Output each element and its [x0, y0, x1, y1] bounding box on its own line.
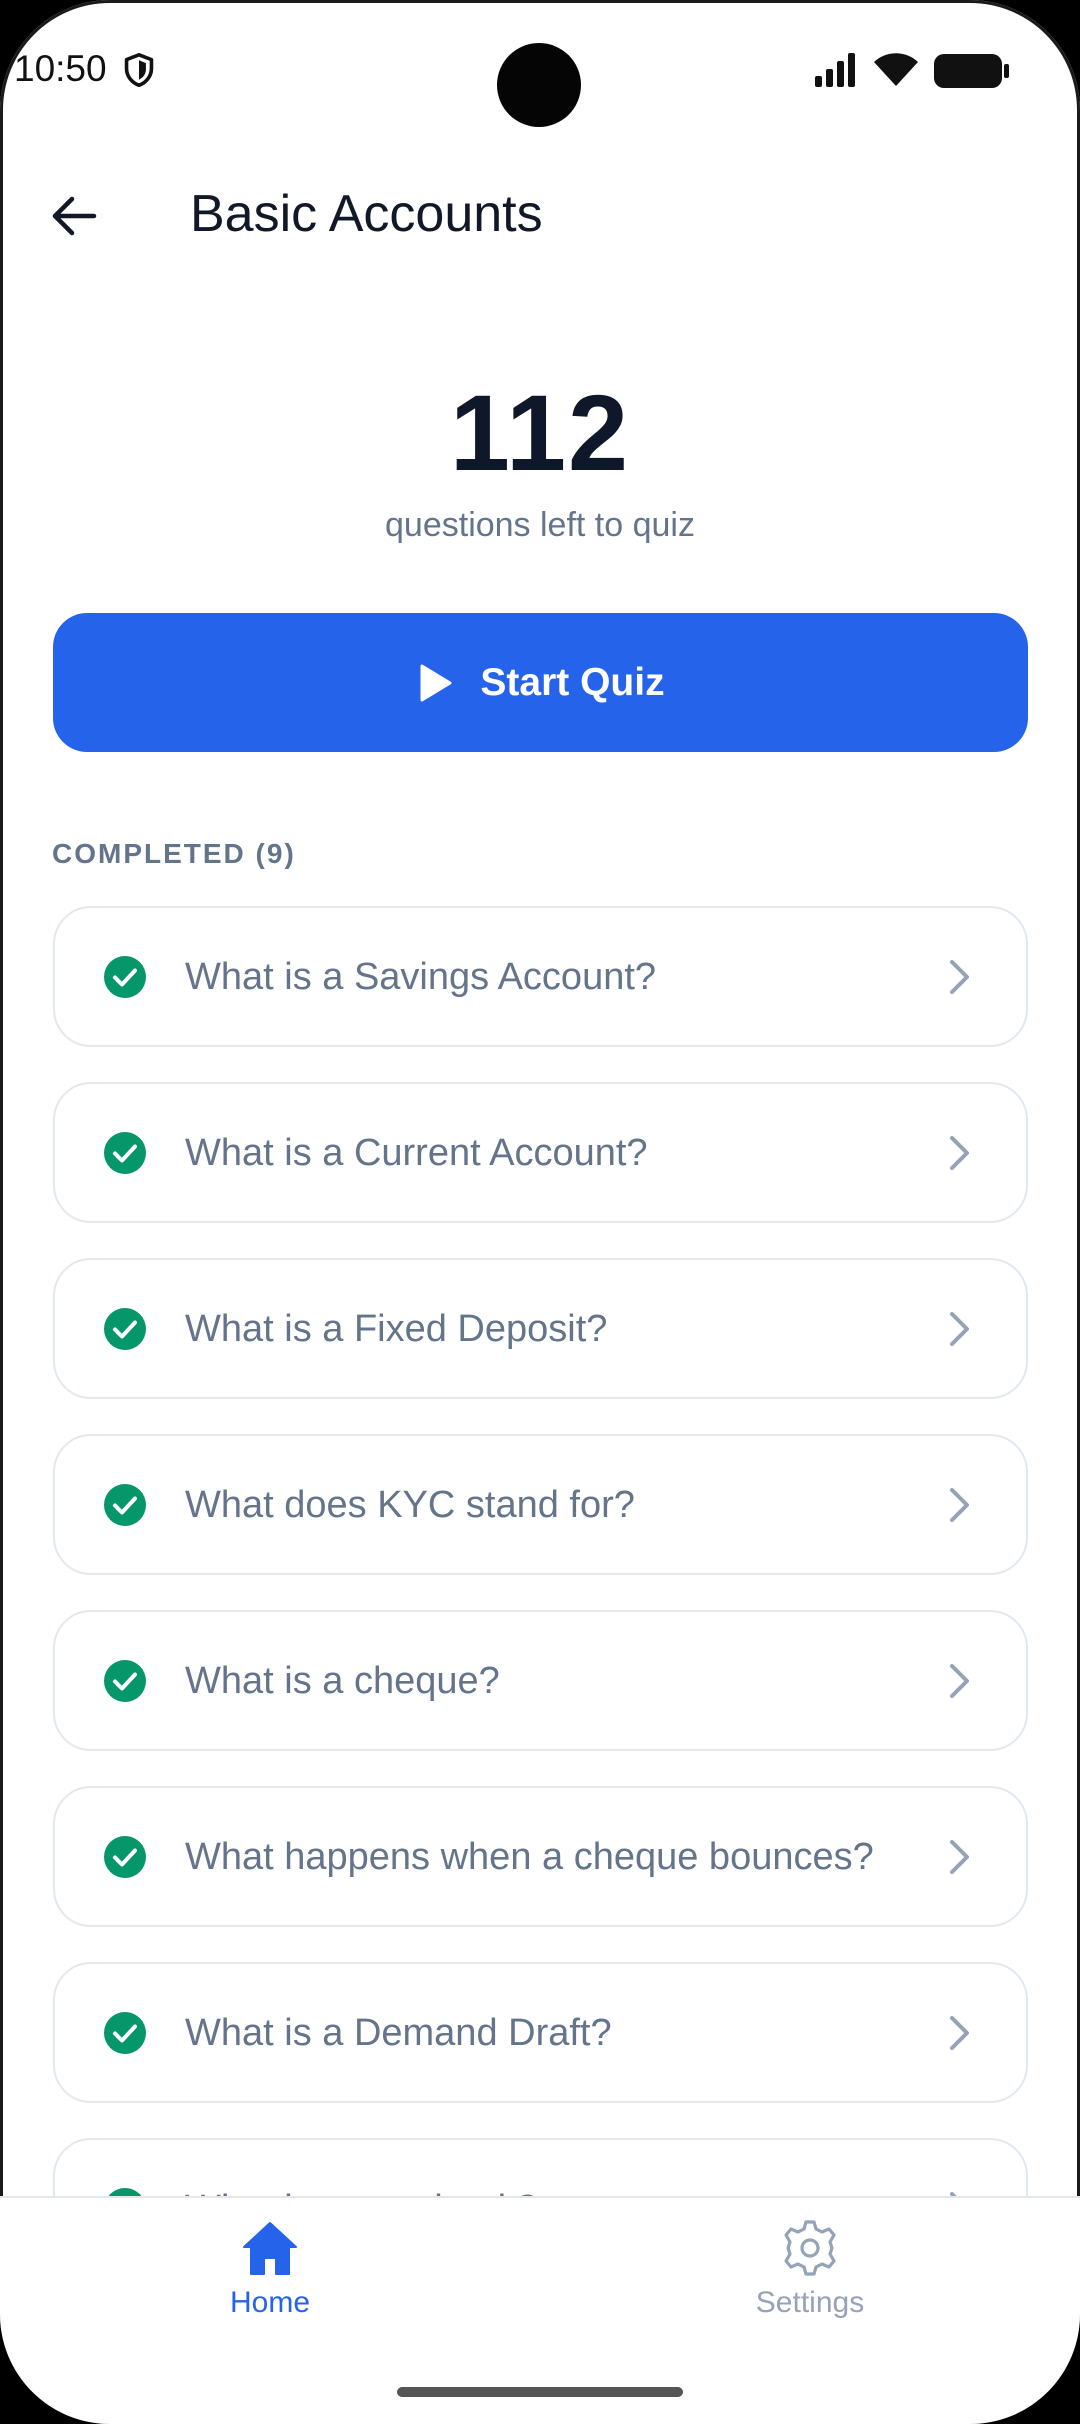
completed-heading: COMPLETED (9) — [52, 838, 296, 869]
nav-settings-label: Settings — [755, 2286, 865, 2319]
questions-left-caption: questions left to quiz — [385, 506, 695, 544]
chevron-right-icon — [950, 1488, 969, 1522]
chevron-right-icon — [950, 1840, 969, 1874]
home-icon — [243, 2222, 297, 2275]
chevron-right-icon — [950, 1136, 969, 1170]
front-camera — [497, 43, 581, 127]
check-circle-icon — [104, 1660, 146, 1702]
play-icon — [420, 664, 452, 701]
status-time: 10:50 — [14, 48, 107, 89]
gear-icon — [784, 2220, 836, 2276]
list-item-label: What is a cheque? — [185, 1660, 500, 1702]
list-item-label: What does KYC stand for? — [185, 1484, 635, 1526]
nav-home[interactable]: Home — [150, 2218, 390, 2338]
chevron-right-icon — [950, 2016, 969, 2050]
list-item-label: What is a Demand Draft? — [185, 2012, 612, 2054]
list-item[interactable]: What happens when a cheque bounces? — [53, 1786, 1028, 1927]
check-circle-icon — [104, 1836, 146, 1878]
wifi-icon — [874, 53, 918, 86]
chevron-right-icon — [950, 1664, 969, 1698]
phone-screen: 10:50 Basic Accounts 112 questions left … — [0, 0, 1080, 2424]
nav-settings[interactable]: Settings — [690, 2218, 930, 2338]
start-quiz-label: Start Quiz — [480, 660, 665, 704]
list-item-label: What is a Current Account? — [185, 1132, 648, 1174]
page-title: Basic Accounts — [190, 185, 543, 243]
completed-list: What is a Savings Account? What is a Cur… — [53, 906, 1028, 2314]
list-item[interactable]: What is a Demand Draft? — [53, 1962, 1028, 2103]
check-circle-icon — [104, 2012, 146, 2054]
check-circle-icon — [104, 1484, 146, 1526]
chevron-right-icon — [950, 1312, 969, 1346]
list-item[interactable]: What does KYC stand for? — [53, 1434, 1028, 1575]
list-item[interactable]: What is a Fixed Deposit? — [53, 1258, 1028, 1399]
start-quiz-button[interactable]: Start Quiz — [53, 613, 1028, 752]
home-indicator[interactable] — [397, 2387, 683, 2397]
list-item[interactable]: What is a Current Account? — [53, 1082, 1028, 1223]
check-circle-icon — [104, 1132, 146, 1174]
list-item-label: What happens when a cheque bounces? — [185, 1836, 874, 1878]
shield-icon — [124, 52, 154, 88]
check-circle-icon — [104, 956, 146, 998]
list-item[interactable]: What is a cheque? — [53, 1610, 1028, 1751]
chevron-right-icon — [950, 960, 969, 994]
signal-icon — [815, 53, 855, 87]
battery-icon — [934, 54, 1009, 88]
list-item[interactable]: What is a Savings Account? — [53, 906, 1028, 1047]
list-item-label: What is a Savings Account? — [185, 956, 657, 998]
arrow-left-icon — [52, 196, 97, 236]
list-item-label: What is a Fixed Deposit? — [185, 1308, 608, 1350]
questions-left-count: 112 — [449, 372, 631, 493]
check-circle-icon — [104, 1308, 146, 1350]
back-button[interactable] — [40, 186, 108, 246]
nav-home-label: Home — [229, 2286, 311, 2319]
